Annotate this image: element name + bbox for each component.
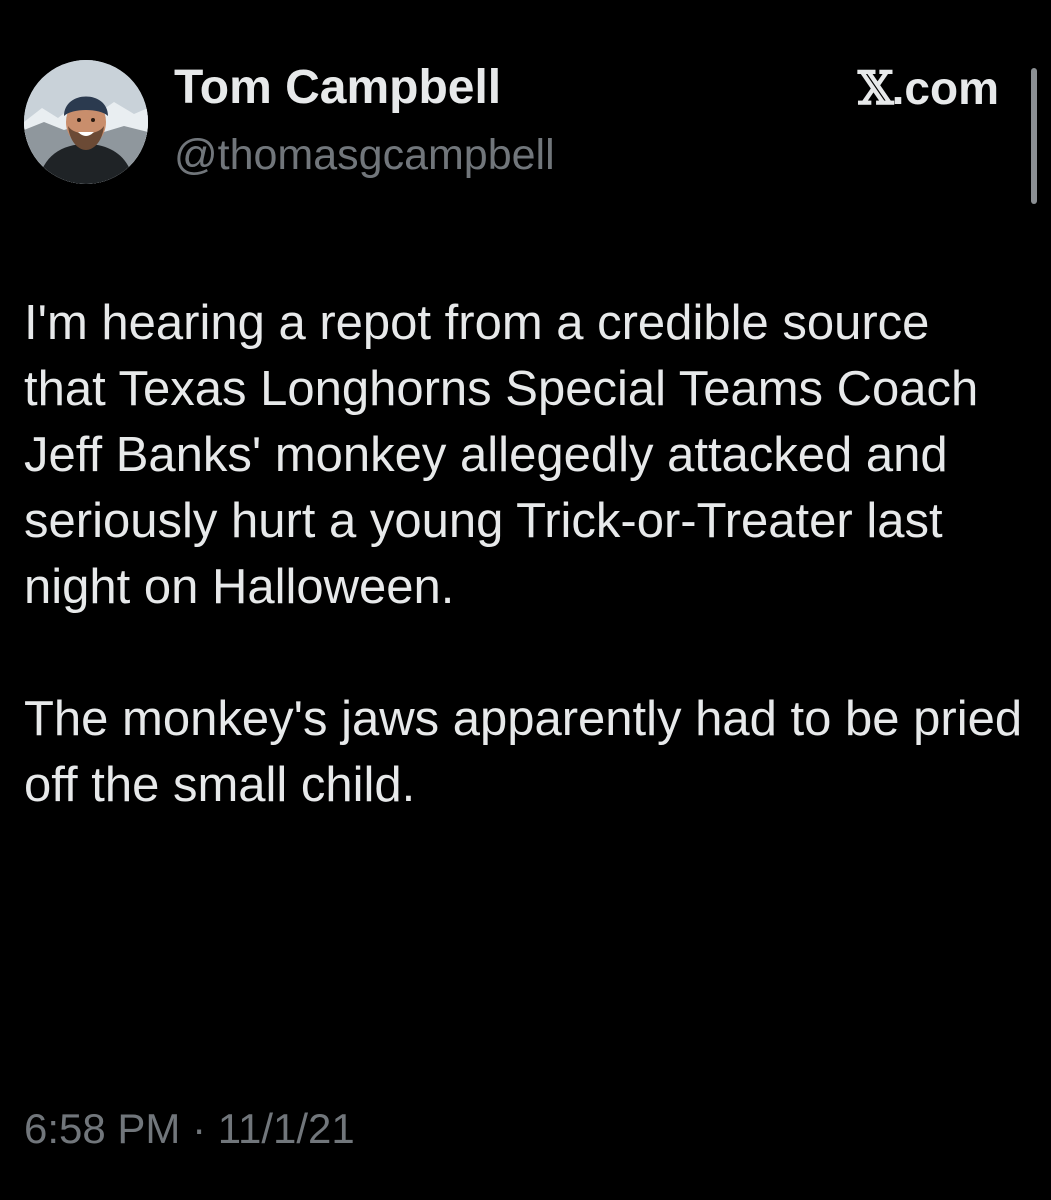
scrollbar[interactable] <box>1031 68 1037 204</box>
tweet-timestamp[interactable]: 6:58 PM · 11/1/21 <box>24 1102 355 1156</box>
author-handle[interactable]: @thomasgcampbell <box>174 128 555 182</box>
tweet-date: 11/1/21 <box>217 1105 355 1152</box>
x-logo-icon: 𝕏 <box>857 61 894 115</box>
x-com-source[interactable]: 𝕏.com <box>858 60 999 116</box>
tweet-paragraph: I'm hearing a repot from a credible sour… <box>24 296 979 614</box>
author-display-name[interactable]: Tom Campbell <box>174 58 501 118</box>
tweet-time: 6:58 PM <box>24 1105 181 1152</box>
meta-separator: · <box>192 1105 207 1152</box>
tweet-body: I'm hearing a repot from a credible sour… <box>24 290 1024 818</box>
tweet-card: Tom Campbell @thomasgcampbell 𝕏.com I'm … <box>0 0 1051 1200</box>
avatar[interactable] <box>24 60 148 184</box>
tweet-paragraph: The monkey's jaws apparently had to be p… <box>24 692 1023 812</box>
source-label: .com <box>891 62 999 114</box>
profile-photo-icon <box>24 60 148 184</box>
